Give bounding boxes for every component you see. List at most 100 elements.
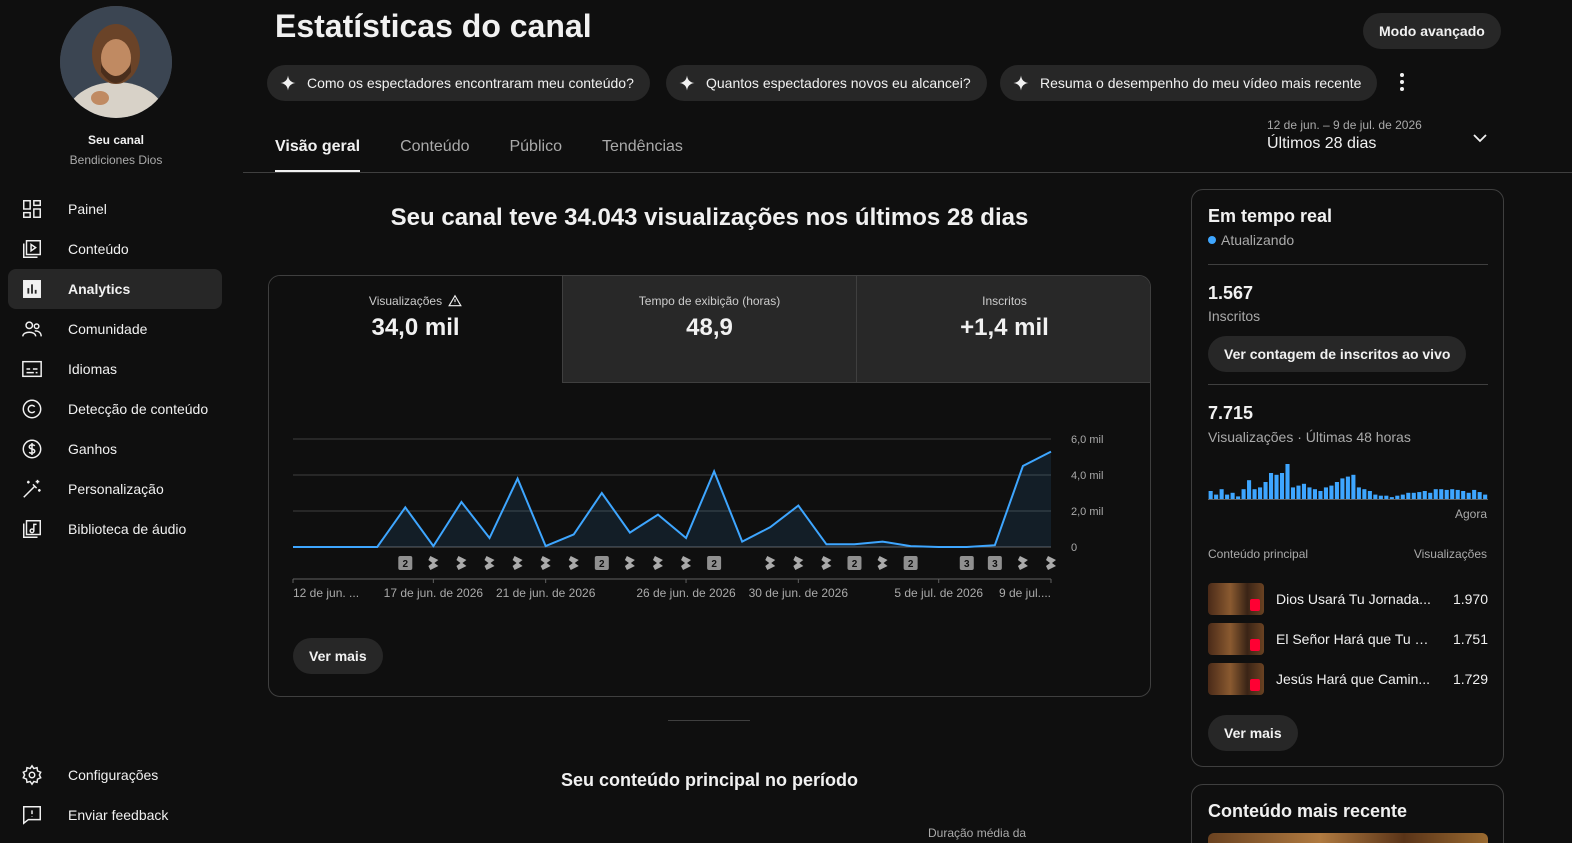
realtime-bar [1329,485,1334,500]
realtime-bar [1307,487,1312,500]
realtime-bar [1208,491,1213,500]
realtime-bar [1279,473,1285,500]
metric-views[interactable]: Visualizações 34,0 mil [269,276,563,383]
sidebar-item-comunidade[interactable]: Comunidade [8,309,222,349]
upload-count-label: 2 [403,559,409,570]
realtime-bar [1444,489,1449,500]
settings-icon [20,763,44,787]
sidebar-item-painel[interactable]: Painel [8,189,222,229]
upload-count-label: 2 [599,559,605,570]
realtime-bar [1477,492,1482,500]
tab-conteudo[interactable]: Conteúdo [400,130,469,172]
studio-app: Seu canal Bendiciones Dios Painel Conteú… [0,0,1572,843]
date-range-picker[interactable]: 12 de jun. – 9 de jul. de 2026 Últimos 2… [1267,118,1497,153]
sidebar-item-feedback[interactable]: Enviar feedback [8,795,222,835]
community-icon [20,317,44,341]
x-tick-label: 26 de jun. de 2026 [636,586,736,600]
sidebar-item-ganhos[interactable]: Ganhos [8,429,222,469]
sidebar-item-configuracoes[interactable]: Configurações [8,755,222,795]
sparkle-icon [280,75,296,91]
metric-subscribers[interactable]: Inscritos +1,4 mil [857,276,1150,383]
views-area [293,451,1051,547]
copyright-icon [20,397,44,421]
realtime-bar [1318,491,1323,500]
realtime-bar [1312,489,1318,500]
realtime-now-label: Agora [1454,507,1487,521]
sidebar-item-conteudo[interactable]: Conteúdo [8,229,222,269]
section-divider [668,720,750,721]
sidebar-item-label: Conteúdo [68,241,129,257]
audio-library-icon [20,517,44,541]
video-views: 1.751 [1452,631,1488,647]
realtime-bar [1323,487,1328,500]
channel-avatar[interactable] [60,6,172,118]
list-item[interactable]: Dios Usará Tu Jornada... 1.970 [1208,583,1488,615]
list-item[interactable]: El Señor Hará que Tu D... 1.751 [1208,623,1488,655]
date-range-label: Últimos 28 dias [1267,135,1377,152]
video-views: 1.970 [1452,591,1488,607]
sidebar-item-label: Enviar feedback [68,807,169,823]
shorts-icon [1250,599,1260,611]
video-thumbnail [1208,623,1264,655]
sidebar: Seu canal Bendiciones Dios Painel Conteú… [0,0,232,843]
col-views: Visualizações [1413,547,1487,561]
warning-icon[interactable] [448,294,462,308]
latest-content-thumbnail[interactable] [1208,833,1488,843]
realtime-views-bar-chart[interactable] [1208,460,1488,500]
shorts-icon [1250,639,1260,651]
realtime-status: Atualizando [1208,232,1294,248]
sidebar-item-label: Biblioteca de áudio [68,521,187,537]
metric-label: Inscritos [982,294,1027,308]
shorts-icon [1250,679,1260,691]
ask-chip-3[interactable]: Resuma o desempenho do meu vídeo mais re… [1000,65,1378,101]
realtime-bar [1450,489,1455,500]
advanced-mode-button[interactable]: Modo avançado [1363,13,1501,49]
shorts-upload-icon [624,556,635,570]
sparkle-icon [1013,75,1029,91]
ask-chip-2[interactable]: Quantos espectadores novos eu alcancei? [666,65,987,101]
subtitles-icon [20,357,44,381]
realtime-title: Em tempo real [1208,206,1333,226]
channel-handle: Bendiciones Dios [69,153,163,167]
chip-label: Resuma o desempenho do meu vídeo mais re… [1040,75,1362,91]
shorts-upload-icon [821,556,832,570]
sidebar-item-analytics[interactable]: Analytics [8,269,222,309]
sidebar-item-label: Personalização [68,481,164,497]
live-subscriber-count-button[interactable]: Ver contagem de inscritos ao vivo [1208,336,1467,372]
tab-visao-geral[interactable]: Visão geral [275,130,361,172]
avg-duration-header: Duração média da [928,826,1027,840]
realtime-see-more-button[interactable]: Ver mais [1208,715,1298,751]
tab-tendencias[interactable]: Tendências [602,130,683,172]
latest-content-title: Conteúdo mais recente [1208,801,1408,821]
metric-watch-time[interactable]: Tempo de exibição (horas) 48,9 [563,276,857,383]
x-tick-label: 30 de jun. de 2026 [749,586,849,600]
shorts-upload-icon [512,556,523,570]
sidebar-item-personalizacao[interactable]: Personalização [8,469,222,509]
chip-label: Como os espectadores encontraram meu con… [307,75,634,91]
list-item[interactable]: Jesús Hará que Camin... 1.729 [1208,663,1488,695]
feedback-icon [20,803,44,827]
see-more-button[interactable]: Ver mais [293,638,383,674]
page-title: Estatísticas do canal [275,8,592,44]
metric-label: Visualizações [368,294,443,308]
shorts-upload-icon [484,556,495,570]
metrics-card: Visualizações 34,0 mil Tempo de exibição… [268,275,1151,697]
sidebar-item-idiomas[interactable]: Idiomas [8,349,222,389]
sidebar-item-deteccao[interactable]: Detecção de conteúdo [8,389,222,429]
realtime-bar [1466,492,1471,500]
sidebar-item-biblioteca-audio[interactable]: Biblioteca de áudio [8,509,222,549]
more-options-icon[interactable] [1392,68,1412,96]
date-range-dates: 12 de jun. – 9 de jul. de 2026 [1267,118,1422,132]
views-chart[interactable]: 0 2,0 mil 4,0 mil 6,0 mil 2 2 2 2 2 3 3 12 de jun. … [269,383,1151,623]
realtime-bar [1241,489,1246,500]
shorts-upload-icon [681,556,692,570]
dashboard-icon [20,197,44,221]
realtime-bar [1362,489,1367,500]
ask-chip-1[interactable]: Como os espectadores encontraram meu con… [267,65,650,101]
sidebar-item-label: Analytics [68,281,131,297]
realtime-card: Em tempo real Atualizando 1.567 Inscrito… [1191,189,1504,767]
tab-publico[interactable]: Público [509,130,561,172]
sidebar-item-label: Ganhos [68,441,118,457]
realtime-bar [1301,483,1307,500]
realtime-bar [1274,474,1279,500]
